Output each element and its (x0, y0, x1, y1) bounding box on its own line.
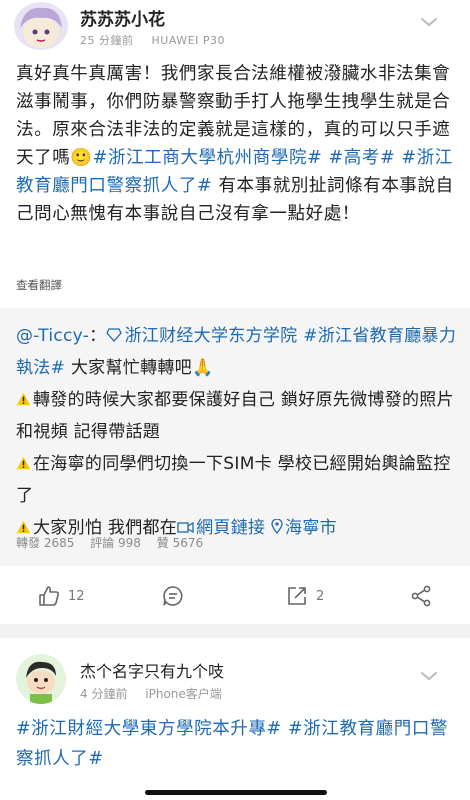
home-indicator[interactable] (145, 790, 327, 795)
like-count: 贊 5676 (156, 536, 204, 550)
post-time: 25 分鐘前 (80, 34, 134, 47)
feed-divider (0, 624, 470, 638)
repost-body: @-Ticcy-： 浙江财经大学东方学院 #浙江省教育廳暴力執法# 大家幫忙轉轉吧… (16, 320, 460, 544)
comment-count: 評論 998 (90, 536, 141, 550)
post-body: 真好真牛真厲害！我們家長合法維權被潑臟水非法集會滋事鬧事，你們防暴警察動手打人拖… (16, 60, 456, 228)
post-device: iPhone客户端 (145, 687, 222, 701)
action-bar: 12 2 (0, 566, 470, 624)
reposted-card[interactable]: @-Ticcy-： 浙江财经大学东方学院 #浙江省教育廳暴力執法# 大家幫忙轉轉吧… (0, 308, 470, 566)
location-pin-icon (271, 518, 283, 535)
username[interactable]: 杰个名字只有九个吱 (80, 658, 224, 682)
translate-link[interactable]: 查看翻譯 (16, 277, 62, 293)
topic-link[interactable]: 浙江财经大学东方学院 (106, 326, 297, 346)
praying-hands-emoji-icon: 🙏 (191, 358, 214, 378)
warning-icon (16, 392, 31, 406)
share-icon (411, 585, 431, 607)
repost-count: 轉發 2685 (16, 536, 75, 550)
post-device: HUAWEI P30 (151, 34, 225, 47)
post-meta: 25 分鐘前 HUAWEI P30 (80, 32, 239, 48)
comment-button[interactable] (162, 584, 192, 608)
chevron-down-icon[interactable] (418, 668, 440, 684)
comment-icon (163, 586, 183, 606)
warning-icon (16, 456, 31, 470)
repost-arrow-icon (288, 587, 306, 605)
hashtag-link[interactable]: #高考# (329, 148, 396, 168)
repost-line: @-Ticcy-： 浙江财经大学东方学院 #浙江省教育廳暴力執法# 大家幫忙轉轉吧… (16, 326, 457, 378)
location-link[interactable]: 海寧市 (271, 518, 337, 538)
post-time: 4 分鐘前 (80, 687, 128, 701)
repost-line: 在海寧的同學們切換一下SIM卡 學校已經開始輿論監控了 (16, 454, 451, 506)
diamond-icon (106, 328, 123, 342)
post-meta: 4 分鐘前 iPhone客户端 (80, 685, 236, 702)
repost-author[interactable]: @-Ticcy- (16, 326, 89, 346)
smiley-emoji-icon: 🙂 (70, 148, 93, 168)
share-button[interactable] (410, 584, 440, 608)
repost-stats: 轉發 2685 評論 998 贊 5676 (16, 534, 215, 551)
repost-line: 轉發的時候大家都要保護好自己 鎖好原先微博發的照片和視頻 記得帶話題 (16, 390, 454, 442)
warning-icon (16, 520, 31, 534)
username[interactable]: 苏苏苏小花 (80, 5, 165, 30)
repost-button[interactable]: 2 (286, 584, 324, 608)
post-header: 杰个名字只有九个吱 4 分鐘前 iPhone客户端 (0, 648, 470, 708)
like-button[interactable]: 12 (38, 584, 85, 608)
thumbs-up-icon (39, 586, 60, 606)
avatar[interactable] (16, 654, 66, 704)
hashtag-link[interactable]: #浙江工商大學杭州商學院# (93, 148, 323, 168)
chevron-down-icon[interactable] (418, 14, 440, 30)
video-link-icon (177, 521, 194, 534)
avatar[interactable] (14, 2, 68, 50)
post-body[interactable]: #浙江財經大學東方學院本升專# #浙江教育廳門口警察抓人了# (16, 714, 456, 774)
post-header: 苏苏苏小花 25 分鐘前 HUAWEI P30 (0, 0, 470, 56)
